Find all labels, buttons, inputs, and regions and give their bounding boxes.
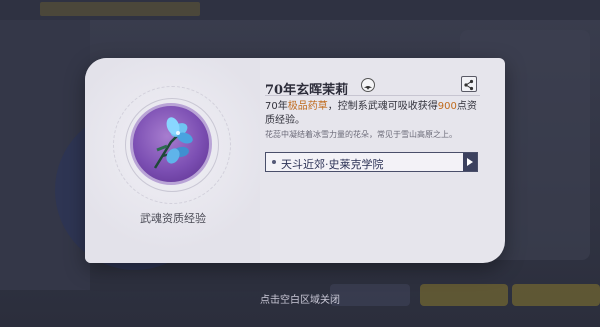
background-topbar [0, 0, 600, 20]
close-hint: 点击空白区域关闭 [260, 295, 340, 306]
desc-quality: 极品药草 [287, 101, 328, 112]
desc-part2: ，控制系武魂可吸收获得 [327, 101, 438, 112]
item-detail-card: 武魂资质经验 70年玄晖茉莉 70年极品药草，控制系武魂可吸收获得900点资质经… [85, 58, 505, 263]
desc-amount: 900 [437, 101, 457, 112]
item-icon-caption: 武魂资质经验 [140, 212, 206, 225]
item-description: 70年极品药草，控制系武魂可吸收获得900点资质经验。 [265, 100, 480, 128]
source-location-label: 天斗近郊·史莱克学院 [281, 158, 384, 171]
bullet-icon [272, 160, 276, 164]
item-flavor-text: 花蕊中凝结着冰雪力量的花朵，常见于雪山高原之上。 [265, 130, 457, 139]
source-location-button[interactable]: 天斗近郊·史莱克学院 [265, 152, 478, 172]
share-button[interactable] [461, 76, 477, 92]
item-icon-panel: 武魂资质经验 [85, 58, 260, 263]
title-divider [265, 95, 480, 96]
share-icon [464, 79, 474, 91]
background-topbar-highlight [40, 2, 200, 16]
desc-part1: 70年 [265, 101, 288, 112]
swallow-emblem-icon [361, 78, 375, 92]
jasmine-flower-icon [130, 103, 212, 185]
play-arrow-icon [463, 153, 477, 171]
